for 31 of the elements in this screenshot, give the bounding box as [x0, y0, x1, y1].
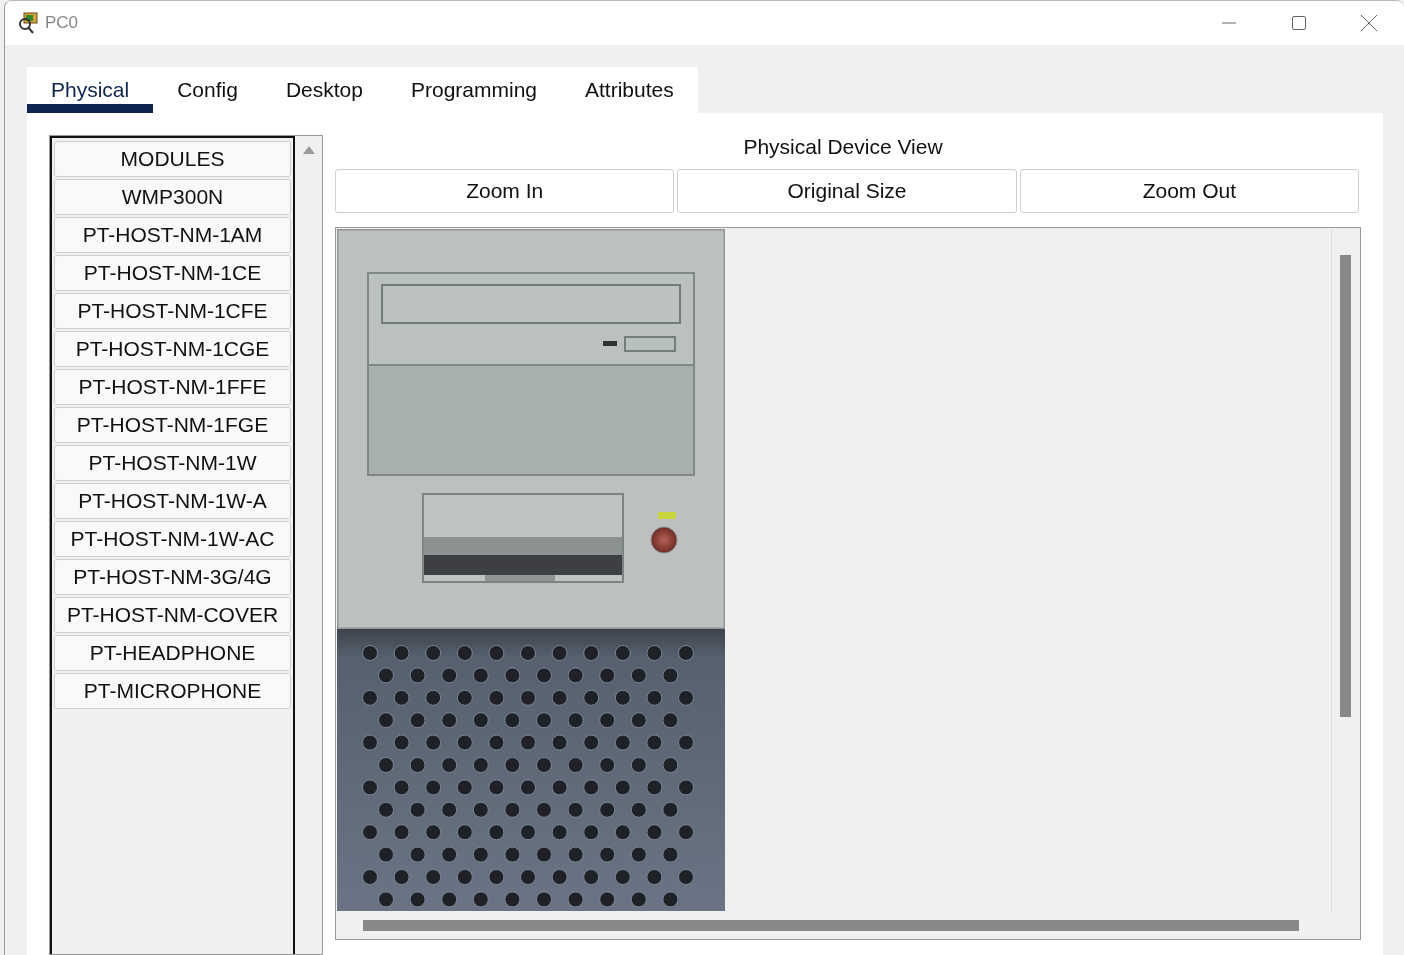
tab[interactable]: Attributes: [561, 67, 698, 113]
module-button[interactable]: PT-HEADPHONE: [54, 635, 291, 671]
close-icon: [1360, 14, 1378, 32]
module-button[interactable]: PT-HOST-NM-1W-A: [54, 483, 291, 519]
module-button[interactable]: PT-MICROPHONE: [54, 673, 291, 709]
zoom-button[interactable]: Zoom In: [335, 169, 675, 213]
app-icon: [17, 12, 39, 34]
maximize-icon: [1291, 15, 1307, 31]
scrollbar-thumb[interactable]: [1340, 255, 1351, 717]
module-button[interactable]: PT-HOST-NM-1CFE: [54, 293, 291, 329]
zoom-button[interactable]: Zoom Out: [1019, 169, 1359, 213]
module-button[interactable]: PT-HOST-NM-1FGE: [54, 407, 291, 443]
tab[interactable]: Programming: [386, 67, 561, 113]
tab[interactable]: Config: [153, 67, 262, 113]
zoom-button[interactable]: Original Size: [677, 169, 1017, 213]
scroll-up-icon[interactable]: [302, 146, 315, 154]
tab[interactable]: Desktop: [261, 67, 387, 113]
scrollbar-thumb[interactable]: [363, 919, 1299, 931]
module-button[interactable]: PT-HOST-NM-1AM: [54, 217, 291, 253]
module-button[interactable]: PT-HOST-NM-3G/4G: [54, 559, 291, 595]
module-button[interactable]: PT-HOST-NM-1W: [54, 445, 291, 481]
module-button[interactable]: PT-HOST-NM-1FFE: [54, 369, 291, 405]
module-button[interactable]: PT-HOST-NM-COVER: [54, 597, 291, 633]
minimize-icon: [1221, 22, 1237, 24]
module-button[interactable]: PT-HOST-NM-1CGE: [54, 331, 291, 367]
module-button[interactable]: MODULES: [54, 141, 291, 177]
module-button[interactable]: PT-HOST-NM-1W-AC: [54, 521, 291, 557]
window-title: PC0: [45, 13, 80, 33]
module-button[interactable]: PT-HOST-NM-1CE: [54, 255, 291, 291]
module-button[interactable]: WMP300N: [54, 179, 291, 215]
view-title: Physical Device View: [742, 135, 944, 159]
